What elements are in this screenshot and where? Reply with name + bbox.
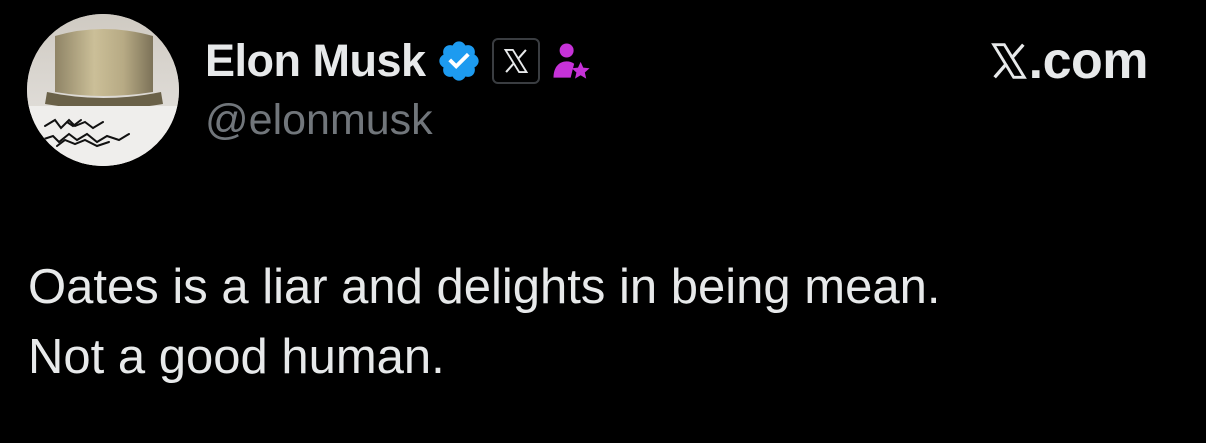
tweet-text-line: Not a good human. <box>28 330 445 384</box>
avatar[interactable] <box>27 14 179 166</box>
tweet-text-line: Oates is a liar and delights in being me… <box>28 260 941 314</box>
author-name-row: Elon Musk <box>205 33 592 89</box>
brand-text: .com <box>1028 32 1149 90</box>
brand-watermark: .com <box>989 30 1149 92</box>
author-display-name[interactable]: Elon Musk <box>205 35 426 87</box>
verified-badge-icon[interactable] <box>436 38 482 84</box>
avatar-image <box>27 14 179 166</box>
person-star-icon[interactable] <box>550 39 592 83</box>
tweet-card: Elon Musk @elonmusk .com Oates is a liar… <box>0 0 1206 443</box>
tweet-text: Oates is a liar and delights in being me… <box>28 252 1178 392</box>
x-logo-icon <box>989 41 1029 81</box>
x-affiliation-icon[interactable] <box>491 38 540 84</box>
author-handle[interactable]: @elonmusk <box>205 96 433 145</box>
